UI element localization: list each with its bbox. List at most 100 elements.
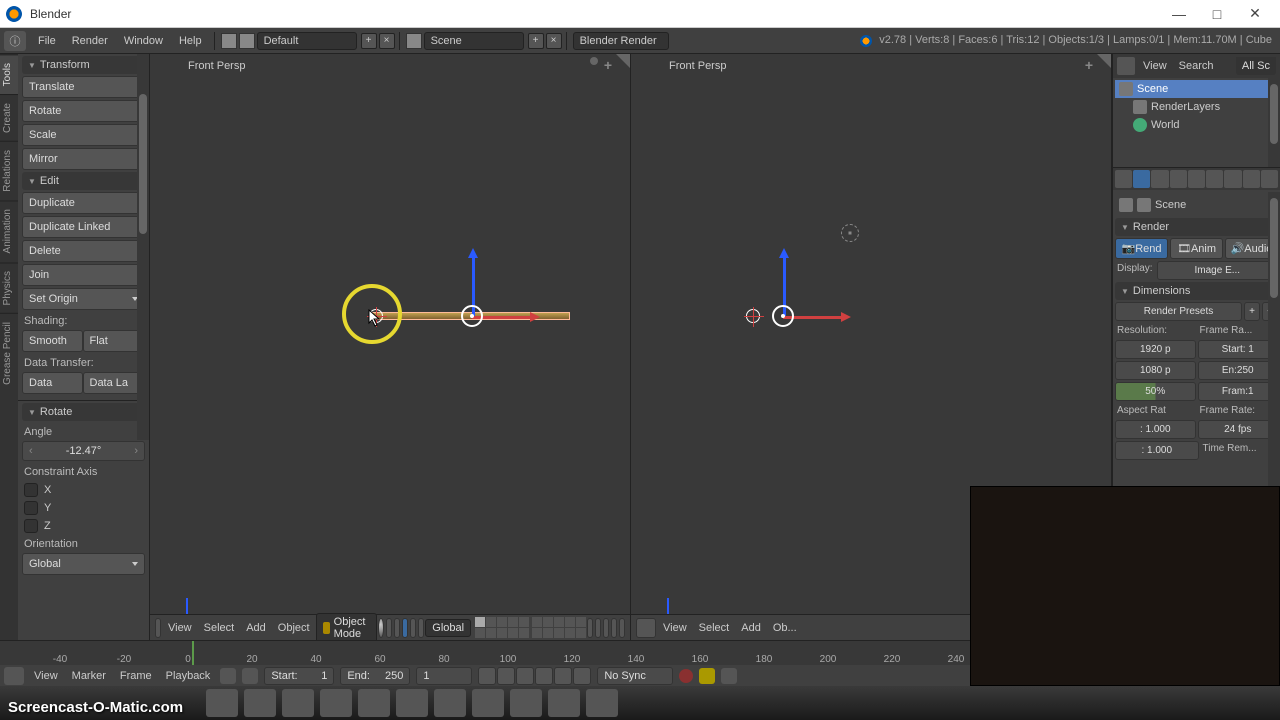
- use-preview-range-icon[interactable]: [220, 668, 236, 684]
- select-menu[interactable]: Select: [693, 622, 736, 634]
- manipulator-translate-icon[interactable]: [402, 618, 408, 638]
- add-preset-button[interactable]: +: [1244, 302, 1260, 321]
- frame-step-field[interactable]: Fram:1: [1198, 382, 1279, 401]
- outliner-display-dropdown[interactable]: All Sc: [1236, 57, 1276, 75]
- fps-dropdown[interactable]: 24 fps: [1198, 420, 1279, 439]
- duplicate-button[interactable]: Duplicate: [22, 192, 145, 214]
- auto-keyframe-icon[interactable]: [679, 669, 693, 683]
- taskbar-app-icon[interactable]: [206, 689, 238, 717]
- outliner-view-menu[interactable]: View: [1139, 60, 1171, 72]
- object-menu[interactable]: Object: [272, 622, 316, 634]
- world-context-icon[interactable]: [1188, 170, 1205, 188]
- layers-grid[interactable]: [475, 617, 586, 638]
- timeline-view-menu[interactable]: View: [30, 670, 62, 682]
- play-reverse-icon[interactable]: [516, 667, 534, 685]
- playhead[interactable]: [192, 641, 194, 665]
- menu-file[interactable]: File: [30, 35, 64, 47]
- aspect-x-field[interactable]: : 1.000: [1115, 420, 1196, 439]
- operator-header[interactable]: Rotate: [22, 403, 145, 421]
- frame-start-field[interactable]: Start: 1: [1198, 340, 1279, 359]
- frame-end-field[interactable]: En:250: [1198, 361, 1279, 380]
- angle-slider[interactable]: ‹-12.47°›: [22, 441, 145, 461]
- add-menu[interactable]: Add: [240, 622, 272, 634]
- tab-relations[interactable]: Relations: [0, 141, 18, 200]
- orientation-dropdown[interactable]: Global: [425, 619, 471, 637]
- render-context-icon[interactable]: [1133, 170, 1150, 188]
- display-dropdown[interactable]: Image E...: [1157, 261, 1278, 280]
- modifiers-context-icon[interactable]: [1243, 170, 1260, 188]
- menu-help[interactable]: Help: [171, 35, 210, 47]
- smooth-button[interactable]: Smooth: [22, 330, 83, 352]
- taskbar-app-icon[interactable]: [396, 689, 428, 717]
- menu-render[interactable]: Render: [64, 35, 116, 47]
- constraint-z-checkbox[interactable]: Z: [22, 517, 145, 535]
- keying-set-icon[interactable]: [699, 668, 715, 684]
- duplicate-linked-button[interactable]: Duplicate Linked: [22, 216, 145, 238]
- delete-scene-button[interactable]: ×: [546, 33, 562, 49]
- viewport-left[interactable]: Front Persp + (1) Cube View Select Add O…: [150, 54, 631, 640]
- taskbar-app-icon[interactable]: [548, 689, 580, 717]
- transform-header[interactable]: Transform: [22, 56, 145, 74]
- data-context-icon[interactable]: [1261, 170, 1278, 188]
- constraint-y-checkbox[interactable]: Y: [22, 499, 145, 517]
- render-opengl-icon[interactable]: [611, 618, 617, 638]
- timeline-marker-menu[interactable]: Marker: [68, 670, 110, 682]
- delete-layout-button[interactable]: ×: [379, 33, 395, 49]
- editor-type-icon[interactable]: [1117, 57, 1135, 75]
- flat-button[interactable]: Flat: [83, 330, 144, 352]
- close-button[interactable]: ✕: [1236, 2, 1274, 26]
- jump-end-icon[interactable]: [573, 667, 591, 685]
- maximize-button[interactable]: □: [1198, 2, 1236, 26]
- outliner-search-menu[interactable]: Search: [1175, 60, 1218, 72]
- render-button[interactable]: 📷Rend: [1115, 238, 1168, 259]
- resolution-y-field[interactable]: 1080 p: [1115, 361, 1196, 380]
- mode-dropdown[interactable]: Object Mode: [316, 613, 378, 643]
- lock-layers-icon[interactable]: [587, 618, 593, 638]
- view-menu[interactable]: View: [657, 622, 693, 634]
- render-presets-dropdown[interactable]: Render Presets: [1115, 302, 1242, 321]
- render-engine-dropdown[interactable]: Blender Render: [573, 32, 669, 50]
- camera-lock-icon[interactable]: [590, 57, 598, 65]
- outliner-renderlayers-row[interactable]: RenderLayers: [1115, 98, 1278, 116]
- tab-grease-pencil[interactable]: Grease Pencil: [0, 313, 18, 393]
- edit-header[interactable]: Edit: [22, 172, 145, 190]
- editor-type-icon[interactable]: ⓘ: [4, 31, 26, 51]
- scale-button[interactable]: Scale: [22, 124, 145, 146]
- properties-toggle-icon[interactable]: +: [604, 57, 612, 73]
- rotate-button[interactable]: Rotate: [22, 100, 145, 122]
- menu-window[interactable]: Window: [116, 35, 171, 47]
- scene-context-icon[interactable]: [1170, 170, 1187, 188]
- view-menu[interactable]: View: [162, 622, 198, 634]
- taskbar-app-icon[interactable]: [434, 689, 466, 717]
- editor-type-icon[interactable]: [636, 618, 656, 638]
- lamp-object-icon[interactable]: [841, 224, 859, 242]
- jump-start-icon[interactable]: [478, 667, 496, 685]
- data-layout-button[interactable]: Data La: [83, 372, 144, 394]
- manipulator-scale-icon[interactable]: [418, 618, 424, 638]
- play-icon[interactable]: [535, 667, 553, 685]
- data-button[interactable]: Data: [22, 372, 83, 394]
- mirror-button[interactable]: Mirror: [22, 148, 145, 170]
- timeline-playback-menu[interactable]: Playback: [162, 670, 215, 682]
- taskbar-app-icon[interactable]: [586, 689, 618, 717]
- properties-toggle-icon[interactable]: +: [1085, 57, 1093, 73]
- taskbar-app-icon[interactable]: [320, 689, 352, 717]
- tab-physics[interactable]: Physics: [0, 262, 18, 313]
- orientation-dropdown[interactable]: Global: [22, 553, 145, 575]
- keyframe-prev-icon[interactable]: [497, 667, 515, 685]
- pivot-icon[interactable]: [386, 618, 392, 638]
- split-corner-icon[interactable]: [1097, 54, 1111, 68]
- scene-dropdown[interactable]: Scene: [424, 32, 524, 50]
- start-frame-field[interactable]: Start:1: [264, 667, 334, 685]
- lock-range-icon[interactable]: [242, 668, 258, 684]
- tab-animation[interactable]: Animation: [0, 200, 18, 261]
- end-frame-field[interactable]: End:250: [340, 667, 410, 685]
- keying-dropdown-icon[interactable]: [721, 668, 737, 684]
- screen-layout-dropdown[interactable]: Default: [257, 32, 357, 50]
- manipulator-rotate-icon[interactable]: [410, 618, 416, 638]
- timeline-track[interactable]: -40-20020406080100120140160180200220240: [0, 641, 970, 665]
- keyframe-next-icon[interactable]: [554, 667, 572, 685]
- split-corner-icon[interactable]: [616, 54, 630, 68]
- manipulator-toggle-icon[interactable]: [394, 618, 400, 638]
- outliner[interactable]: Scene RenderLayers World: [1113, 78, 1280, 168]
